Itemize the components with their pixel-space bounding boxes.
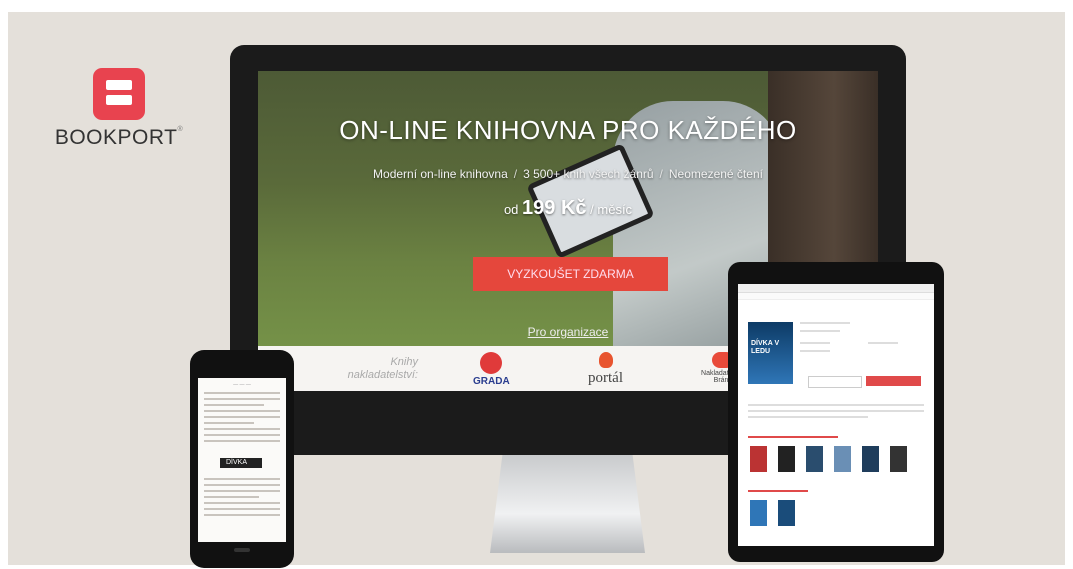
book-thumb[interactable] xyxy=(778,500,795,526)
book-thumb[interactable] xyxy=(834,446,851,472)
book-thumb[interactable] xyxy=(806,446,823,472)
detail-line xyxy=(800,350,830,352)
bookport-logo: BOOKPORT® xyxy=(44,68,194,150)
publisher-portal[interactable]: portál xyxy=(588,352,623,387)
tablet-header-bar xyxy=(738,284,934,293)
read-button[interactable] xyxy=(866,376,921,386)
tablet-nav-bar xyxy=(738,293,934,300)
publishers-label: Knihy nakladatelství: xyxy=(347,356,418,381)
description-line xyxy=(748,404,924,406)
text-line xyxy=(204,392,280,394)
description-line xyxy=(748,416,868,418)
try-free-button[interactable]: VYZKOUŠET ZDARMA xyxy=(473,257,668,291)
price-prefix: od xyxy=(503,202,519,217)
hero-price: od 199 Kč / měsíc xyxy=(258,197,878,220)
text-line xyxy=(204,428,280,430)
feature-reading: Neomezené čtení xyxy=(668,167,763,181)
feature-separator: / xyxy=(659,167,663,181)
text-line xyxy=(204,478,280,480)
phone-reader-screen: — — — DÍVKA xyxy=(198,378,286,542)
text-line xyxy=(204,508,280,510)
detail-line xyxy=(868,342,898,344)
price-suffix: / měsíc xyxy=(590,202,633,217)
book-cover-thumb[interactable]: DÍVKA xyxy=(220,458,262,468)
feature-separator: / xyxy=(513,167,518,181)
phone-home-button[interactable] xyxy=(234,548,250,552)
book-thumb[interactable] xyxy=(778,446,795,472)
detail-line xyxy=(800,342,830,344)
section-heading xyxy=(748,436,838,438)
detail-line xyxy=(800,330,840,332)
feature-library: Moderní on-line knihovna xyxy=(373,167,508,181)
text-line xyxy=(204,422,254,424)
portal-icon xyxy=(598,352,613,368)
phone-text-block xyxy=(198,474,286,520)
text-line xyxy=(204,484,280,486)
registered-mark: ® xyxy=(177,126,184,133)
book-thumb[interactable] xyxy=(750,500,767,526)
tablet-device: DÍVKA V LEDU xyxy=(728,262,944,562)
hero-features: Moderní on-line knihovna / 3 500+ knih vše… xyxy=(258,167,878,181)
feature-books: 3 500+ knih všech žánrů xyxy=(523,167,654,181)
text-line xyxy=(204,398,280,400)
text-line xyxy=(204,502,280,504)
section-heading xyxy=(748,490,808,492)
grada-icon xyxy=(480,352,503,374)
detail-line xyxy=(800,322,850,324)
text-line xyxy=(204,440,280,442)
price-value: 199 Kč xyxy=(522,197,587,219)
text-line xyxy=(204,410,280,412)
book-thumb[interactable] xyxy=(862,446,879,472)
book-cover[interactable]: DÍVKA V LEDU xyxy=(748,322,793,384)
imac-stand xyxy=(490,455,645,553)
book-thumb[interactable] xyxy=(750,446,767,472)
publisher-grada[interactable]: GRADA xyxy=(473,352,510,387)
text-line xyxy=(204,514,280,516)
book-thumb[interactable] xyxy=(890,446,907,472)
text-line xyxy=(204,416,280,418)
phone-device: — — — DÍVKA xyxy=(190,350,294,568)
text-line xyxy=(204,434,280,436)
text-line xyxy=(204,404,264,406)
description-line xyxy=(748,410,924,412)
brand-name: BOOKPORT xyxy=(54,126,178,149)
sample-button[interactable] xyxy=(808,376,862,388)
bookport-logo-icon xyxy=(93,68,145,120)
text-line xyxy=(204,490,280,492)
phone-header: — — — xyxy=(233,382,251,388)
tablet-book-page: DÍVKA V LEDU xyxy=(738,284,934,546)
text-line xyxy=(204,496,259,498)
hero-title: ON-LINE KNIHOVNA PRO KAŽDÉHO xyxy=(339,115,797,145)
